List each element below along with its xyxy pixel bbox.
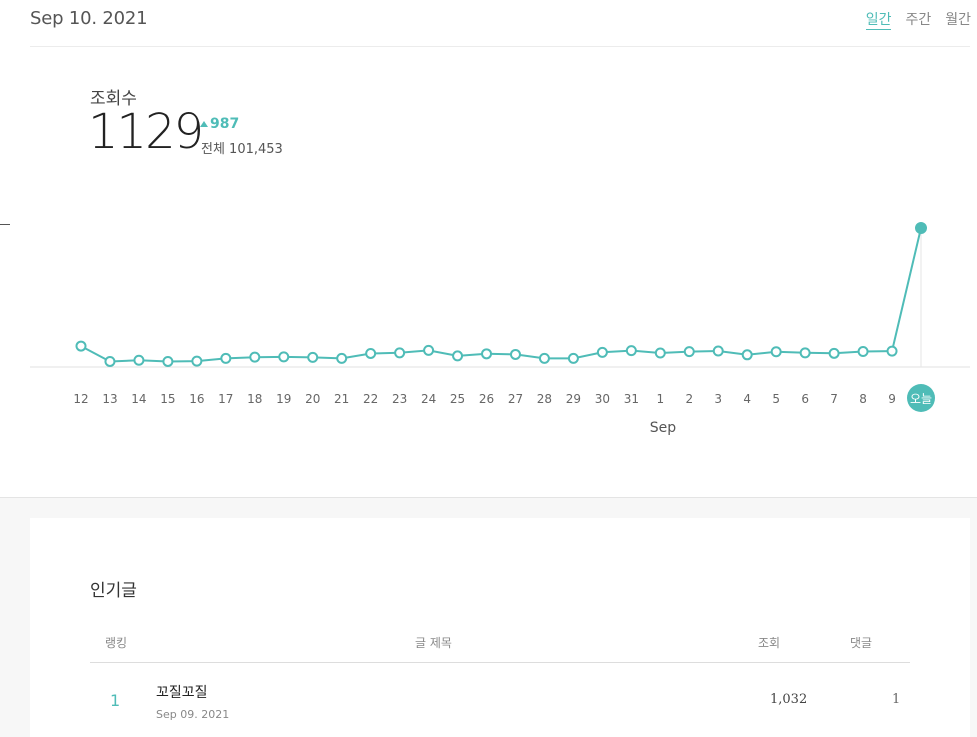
- popular-posts-card: 인기글 랭킹 글 제목 조회 댓글 1 꼬질꼬질 Sep 09. 2021 1,…: [30, 518, 970, 737]
- metric-delta: 987: [200, 116, 239, 132]
- x-tick-label: 2: [685, 392, 693, 406]
- x-tick-label: 9: [888, 392, 896, 406]
- data-point[interactable]: [249, 351, 261, 363]
- popular-posts-section: 인기글 랭킹 글 제목 조회 댓글 1 꼬질꼬질 Sep 09. 2021 1,…: [0, 497, 977, 737]
- data-point[interactable]: [770, 346, 782, 358]
- x-tick-label: 30: [595, 392, 610, 406]
- section-title: 인기글: [90, 581, 137, 601]
- data-point[interactable]: [828, 347, 840, 359]
- data-point[interactable]: [336, 352, 348, 364]
- data-point[interactable]: [509, 348, 521, 360]
- x-tick-label: 27: [508, 392, 523, 406]
- x-tick-label: 오늘: [910, 392, 932, 406]
- stats-panel: Sep 10. 2021 일간 주간 월간 조회수 1129 987 전체 10…: [0, 0, 977, 497]
- data-point[interactable]: [162, 355, 174, 367]
- x-tick-label: 21: [334, 392, 349, 406]
- col-title: 글 제목: [415, 636, 452, 650]
- post-views: 1,032: [770, 692, 808, 707]
- date-title: Sep 10. 2021: [30, 8, 148, 29]
- col-rank: 랭킹: [105, 636, 128, 650]
- x-tick-label: 14: [131, 392, 146, 406]
- table-header-divider: [90, 662, 910, 663]
- x-tick-label: 25: [450, 392, 465, 406]
- metric-delta-value: 987: [210, 116, 240, 132]
- data-point[interactable]: [75, 340, 87, 352]
- tab-daily[interactable]: 일간: [865, 9, 892, 30]
- x-tick-label: 13: [102, 392, 117, 406]
- data-point[interactable]: [452, 350, 464, 362]
- x-tick-label: 17: [218, 392, 233, 406]
- data-point[interactable]: [915, 222, 927, 234]
- x-tick-label: 31: [624, 392, 639, 406]
- x-tick-label: 3: [714, 392, 722, 406]
- x-tick-label: 24: [421, 392, 436, 406]
- x-tick-label: 7: [830, 392, 838, 406]
- x-tick-label: 1: [656, 392, 664, 406]
- x-tick-label: 6: [801, 392, 809, 406]
- data-point[interactable]: [799, 347, 811, 359]
- data-point[interactable]: [654, 347, 666, 359]
- x-tick-label: 4: [743, 392, 751, 406]
- data-point[interactable]: [220, 352, 232, 364]
- x-tick-label: 29: [566, 392, 581, 406]
- table-header: 랭킹 글 제목 조회 댓글: [90, 634, 910, 664]
- data-point[interactable]: [191, 355, 203, 367]
- period-tabs: 일간 주간 월간: [852, 9, 971, 30]
- x-tick-label: 28: [537, 392, 552, 406]
- x-tick-label: 22: [363, 392, 378, 406]
- header-divider: [30, 46, 970, 47]
- data-point[interactable]: [596, 346, 608, 358]
- metric-value: 1129: [88, 104, 204, 160]
- arrow-up-icon: [200, 121, 208, 127]
- data-point[interactable]: [567, 352, 579, 364]
- post-title-link[interactable]: 꼬질꼬질: [156, 682, 208, 702]
- data-point[interactable]: [365, 347, 377, 359]
- x-tick-label: 8: [859, 392, 867, 406]
- tab-monthly[interactable]: 월간: [945, 9, 971, 30]
- x-tick-label: 26: [479, 392, 494, 406]
- data-point[interactable]: [625, 345, 637, 357]
- data-point[interactable]: [394, 347, 406, 359]
- tab-weekly[interactable]: 주간: [905, 9, 931, 30]
- data-point[interactable]: [278, 351, 290, 363]
- views-line-chart: 12 13 14 15 16 17 18 19 20 21 22 23 24 25 26 27 28 29 30 31…: [30, 222, 970, 436]
- x-tick-label: 20: [305, 392, 320, 406]
- row-rank: 1: [110, 691, 121, 710]
- series-line: [80, 227, 922, 363]
- data-point[interactable]: [712, 345, 724, 357]
- data-point[interactable]: [307, 351, 319, 363]
- data-point[interactable]: [886, 345, 898, 357]
- data-point[interactable]: [104, 355, 116, 367]
- table-row[interactable]: 1 꼬질꼬질 Sep 09. 2021 1,032 1: [90, 678, 910, 728]
- metric-total: 전체 101,453: [201, 142, 283, 157]
- post-comments: 1: [892, 692, 901, 707]
- data-point[interactable]: [133, 354, 145, 366]
- data-point[interactable]: [423, 344, 435, 356]
- col-views: 조회: [758, 636, 781, 650]
- data-point[interactable]: [481, 348, 493, 360]
- data-point[interactable]: [683, 346, 695, 358]
- x-tick-label: 19: [276, 392, 291, 406]
- x-tick-label: 23: [392, 392, 407, 406]
- data-points: [75, 222, 927, 367]
- x-tick-label: 15: [160, 392, 175, 406]
- x-tick-label: 12: [73, 392, 88, 406]
- data-point[interactable]: [741, 349, 753, 361]
- x-tick-label: 18: [247, 392, 262, 406]
- post-date: Sep 09. 2021: [156, 708, 230, 721]
- x-tick-label: 16: [189, 392, 204, 406]
- x-tick-labels: 12 13 14 15 16 17 18 19 20 21 22 23 24 25 26 27 28 29 30 31…: [73, 384, 935, 412]
- data-point[interactable]: [538, 352, 550, 364]
- month-label: Sep: [650, 420, 677, 436]
- x-tick-label: 5: [772, 392, 780, 406]
- col-comments: 댓글: [850, 636, 873, 650]
- data-point[interactable]: [857, 345, 869, 357]
